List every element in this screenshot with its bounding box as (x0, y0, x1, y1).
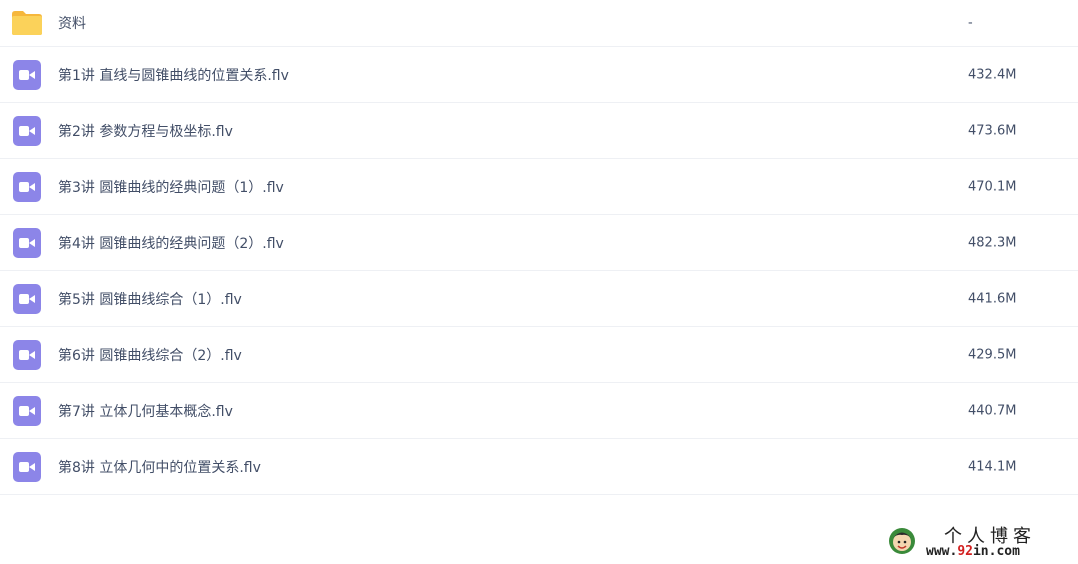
file-row-video[interactable]: 第8讲 立体几何中的位置关系.flv 414.1M (0, 439, 1078, 495)
video-file-icon (11, 59, 43, 91)
file-size: 473.6M (968, 123, 1017, 138)
video-file-icon (11, 283, 43, 315)
file-row-folder[interactable]: 资料 - (0, 0, 1078, 47)
file-row-video[interactable]: 第7讲 立体几何基本概念.flv 440.7M (0, 383, 1078, 439)
video-file-icon (11, 115, 43, 147)
avatar-icon (888, 527, 916, 555)
file-name: 第6讲 圆锥曲线综合（2）.flv (58, 347, 242, 364)
watermark-url: www.92in.com (926, 544, 1020, 559)
file-size: 440.7M (968, 403, 1017, 418)
file-name: 第8讲 立体几何中的位置关系.flv (58, 459, 261, 476)
file-size: 429.5M (968, 347, 1017, 362)
file-size: 482.3M (968, 235, 1017, 250)
video-file-icon (11, 227, 43, 259)
video-file-icon (11, 451, 43, 483)
file-row-video[interactable]: 第2讲 参数方程与极坐标.flv 473.6M (0, 103, 1078, 159)
file-name: 资料 (58, 16, 86, 32)
file-list: 资料 - 第1讲 直线与圆锥曲线的位置关系.flv 432.4M 第2讲 参数方… (0, 0, 1078, 495)
file-name: 第1讲 直线与圆锥曲线的位置关系.flv (58, 67, 289, 84)
file-size: 441.6M (968, 291, 1017, 306)
file-row-video[interactable]: 第6讲 圆锥曲线综合（2）.flv 429.5M (0, 327, 1078, 383)
file-name: 第5讲 圆锥曲线综合（1）.flv (58, 291, 242, 308)
file-size: - (968, 15, 973, 31)
folder-icon (11, 7, 43, 39)
file-name: 第7讲 立体几何基本概念.flv (58, 403, 233, 420)
file-name: 第2讲 参数方程与极坐标.flv (58, 123, 233, 140)
video-file-icon (11, 339, 43, 371)
file-size: 414.1M (968, 459, 1017, 474)
file-row-video[interactable]: 第4讲 圆锥曲线的经典问题（2）.flv 482.3M (0, 215, 1078, 271)
video-file-icon (11, 171, 43, 203)
file-row-video[interactable]: 第1讲 直线与圆锥曲线的位置关系.flv 432.4M (0, 47, 1078, 103)
file-row-video[interactable]: 第3讲 圆锥曲线的经典问题（1）.flv 470.1M (0, 159, 1078, 215)
watermark: 个人博客 www.92in.com (884, 522, 1074, 562)
file-name: 第3讲 圆锥曲线的经典问题（1）.flv (58, 179, 284, 196)
file-size: 470.1M (968, 179, 1017, 194)
file-name: 第4讲 圆锥曲线的经典问题（2）.flv (58, 235, 284, 252)
video-file-icon (11, 395, 43, 427)
file-size: 432.4M (968, 67, 1017, 82)
file-row-video[interactable]: 第5讲 圆锥曲线综合（1）.flv 441.6M (0, 271, 1078, 327)
